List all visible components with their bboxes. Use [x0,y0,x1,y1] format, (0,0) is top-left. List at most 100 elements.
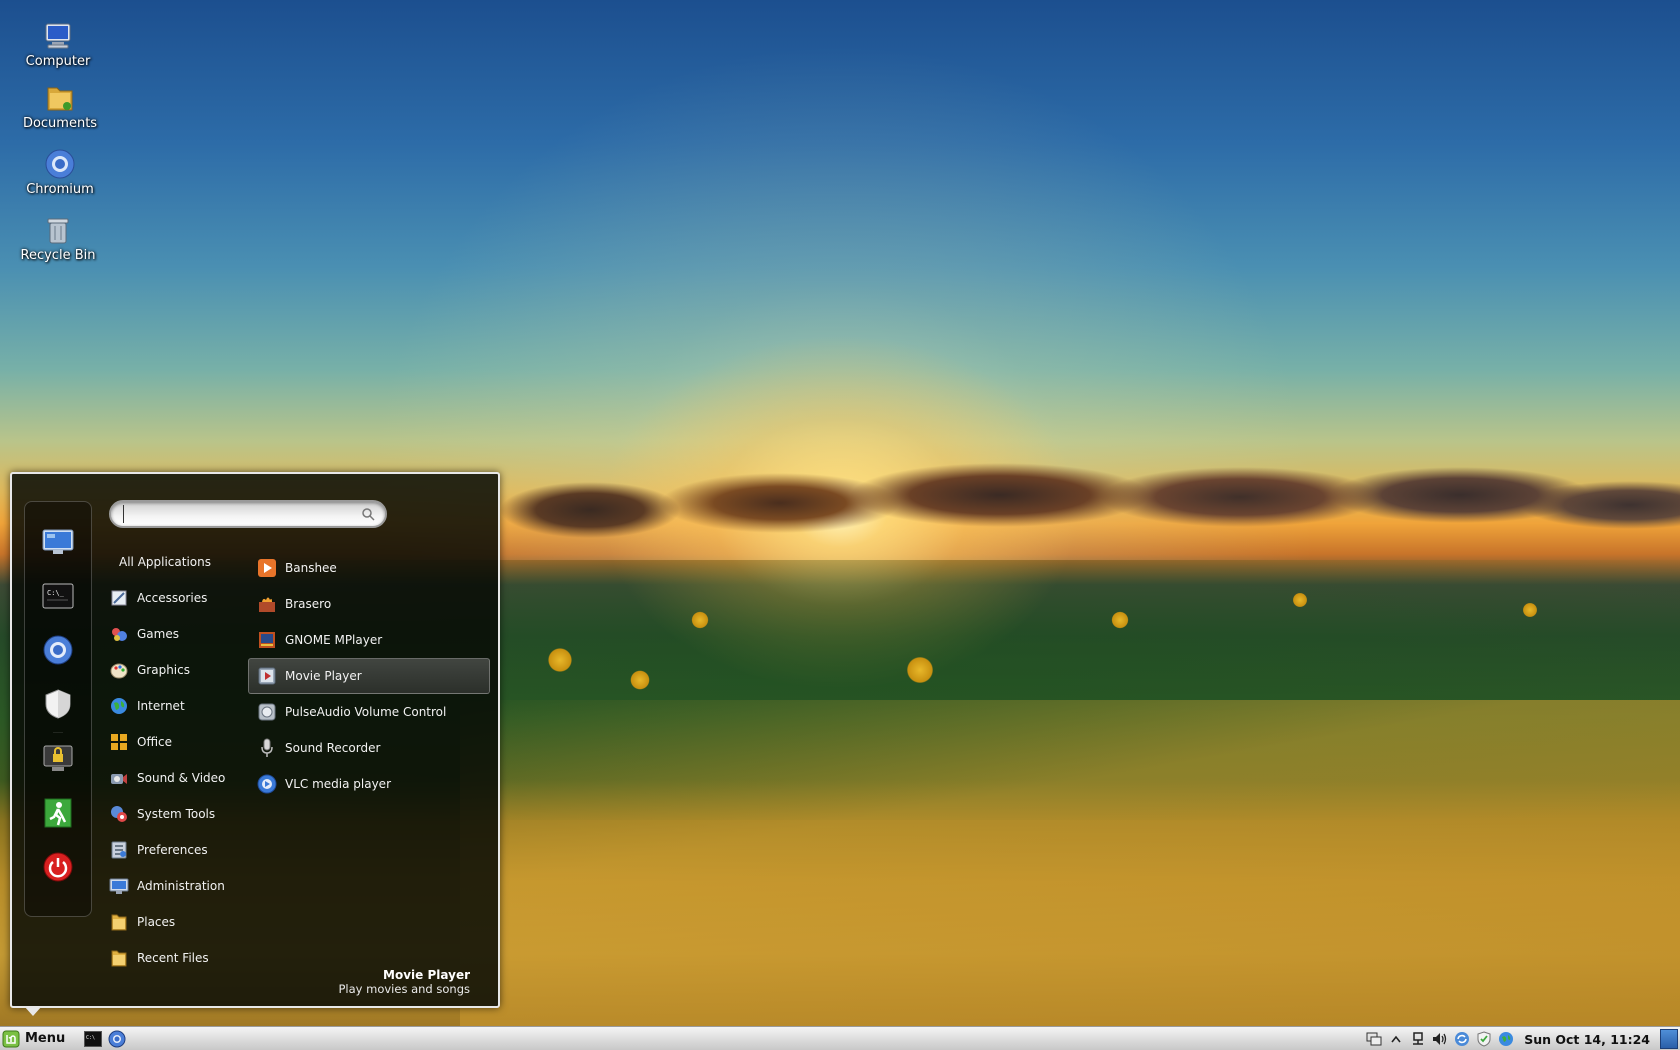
administration-icon [109,878,129,894]
tray-network[interactable] [1410,1031,1426,1047]
office-icon [111,734,127,750]
menu-button[interactable]: Menu [0,1027,71,1050]
system-tools-icon [111,806,127,822]
category-all-applications[interactable]: All Applications [109,548,239,576]
folder-icon [47,87,73,111]
category-label: Games [137,627,179,641]
app-gnome-mplayer[interactable]: GNOME MPlayer [248,622,490,658]
category-recent-files[interactable]: Recent Files [109,940,239,976]
category-administration[interactable]: Administration [109,868,239,904]
clock[interactable]: Sun Oct 14, 11:24 [1524,1032,1650,1047]
logout-icon [44,798,72,828]
tray-window-list[interactable] [1366,1031,1382,1047]
launcher-chromium[interactable] [107,1029,127,1049]
banshee-icon [258,559,276,577]
category-label: Recent Files [137,951,209,965]
multimedia-icon [111,774,127,784]
category-internet[interactable]: Internet [109,688,239,724]
category-accessories[interactable]: Accessories [109,580,239,616]
search-input[interactable] [123,505,343,523]
category-label: Preferences [137,843,208,857]
graphics-icon [110,663,128,679]
favorite-computer[interactable] [38,522,78,562]
tray-update-manager[interactable] [1476,1031,1492,1047]
category-graphics[interactable]: Graphics [109,652,239,688]
favorite-logout[interactable] [38,793,78,833]
category-system-tools[interactable]: System Tools [109,796,239,832]
desktop-icon-documents[interactable]: Documents [10,82,110,131]
tray-expand[interactable] [1388,1031,1404,1047]
app-label: Movie Player [285,669,362,683]
selected-app-info: Movie Player Play movies and songs [339,968,471,996]
favorites-bar: C:\_ [24,501,92,917]
category-label: All Applications [119,555,211,569]
category-preferences[interactable]: Preferences [109,832,239,868]
favorites-separator [53,732,63,733]
app-pulseaudio-volume-control[interactable]: PulseAudio Volume Control [248,694,490,730]
accessories-icon [111,590,127,606]
favorite-lock-screen[interactable] [38,739,78,779]
tray-volume[interactable] [1432,1031,1448,1047]
app-label: Brasero [285,597,332,611]
clouds [480,455,1680,565]
show-desktop-button[interactable] [1660,1029,1678,1049]
category-label: Places [137,915,176,929]
vlc-icon [257,774,277,794]
desktop-icon-chromium[interactable]: Chromium [10,148,110,197]
category-label: System Tools [137,807,216,821]
system-tray: Sun Oct 14, 11:24 [1366,1027,1680,1050]
chevron-up-icon [1391,1035,1401,1043]
sync-icon [1455,1032,1470,1046]
tray-network-manager[interactable] [1498,1031,1514,1047]
search-icon [362,508,375,521]
selected-app-title: Movie Player [383,968,470,982]
computer-icon [42,529,74,554]
windows-icon [1366,1032,1382,1046]
category-label: Office [137,735,173,749]
app-label: Sound Recorder [285,741,381,755]
category-label: Accessories [137,591,208,605]
category-games[interactable]: Games [109,616,239,652]
category-places[interactable]: Places [109,904,239,940]
shield-icon [45,689,71,719]
favorite-software-manager[interactable] [38,684,78,724]
app-movie-player[interactable]: Movie Player [248,658,490,694]
category-label: Internet [137,699,185,713]
power-icon [43,852,73,882]
network-icon [1413,1032,1424,1045]
app-vlc-media-player[interactable]: VLC media player [248,766,490,802]
folder-icon [111,914,127,931]
brasero-icon [259,597,275,612]
desktop-icon-label: Documents [22,116,98,131]
favorite-chromium[interactable] [38,630,78,670]
lock-screen-icon [43,745,73,771]
category-label: Administration [137,879,225,893]
app-label: VLC media player [285,777,392,791]
favorite-power[interactable] [38,847,78,887]
terminal-icon: C:\ [84,1030,103,1047]
globe-icon [111,698,127,714]
app-sound-recorder[interactable]: Sound Recorder [248,730,490,766]
desktop-icon-label: Chromium [26,182,94,197]
desktop-icon-recycle-bin[interactable]: Recycle Bin [8,214,108,263]
speaker-icon [1433,1033,1447,1045]
category-office[interactable]: Office [109,724,239,760]
desktop-icon-computer[interactable]: Computer [8,20,108,69]
app-banshee[interactable]: Banshee [248,550,490,586]
launcher-terminal[interactable]: C:\ [83,1029,103,1049]
network-globe-icon [1499,1032,1514,1046]
application-menu: C:\_ All Applications Accessories Games … [10,472,500,1008]
menu-pointer [24,1006,42,1016]
chromium-icon [108,1030,126,1047]
category-sound-video[interactable]: Sound & Video [109,760,239,796]
volume-control-icon [258,703,276,721]
movie-player-icon [258,667,276,685]
app-label: PulseAudio Volume Control [285,705,447,719]
folder-icon [111,950,127,967]
selected-app-description: Play movies and songs [338,982,471,996]
app-brasero[interactable]: Brasero [248,586,490,622]
tray-updates[interactable] [1454,1031,1470,1047]
terminal-icon: C:\_ [42,583,74,609]
favorite-terminal[interactable]: C:\_ [38,576,78,616]
microphone-icon [261,738,273,757]
